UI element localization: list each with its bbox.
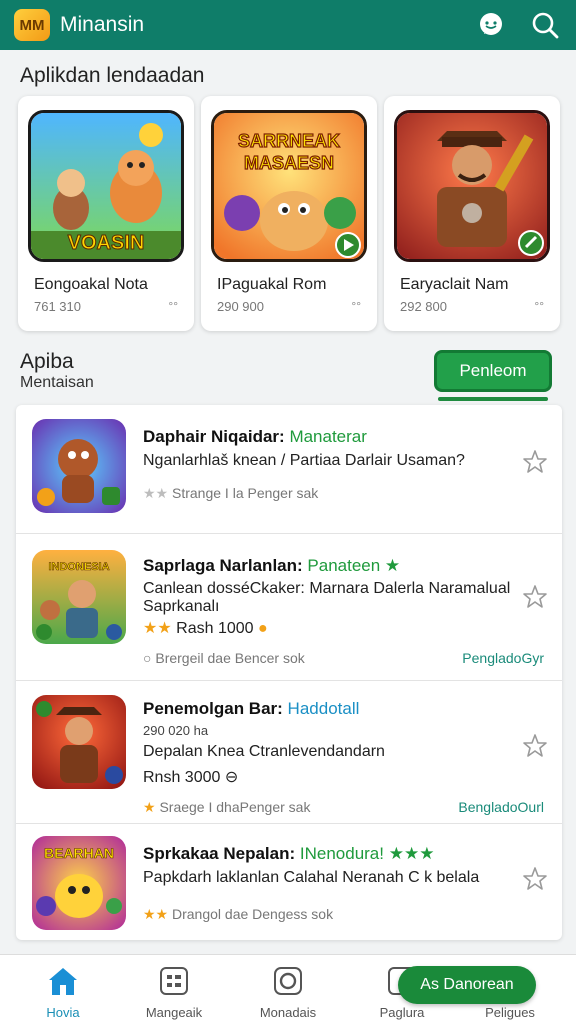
featured-app-meta: 761 310 [34, 299, 81, 314]
featured-app-name: Eongoakal Nota [34, 276, 148, 293]
app-tag: INenodura! ★★★ [299, 844, 435, 863]
more-icon[interactable]: °° [351, 299, 361, 313]
tab-indicator [438, 397, 548, 401]
favorite-star-icon[interactable] [522, 866, 548, 892]
app-description: Depalan Knea Ctranlevendandarn [143, 743, 385, 760]
grid-icon [156, 963, 192, 999]
nav-games[interactable]: Mangeaik [119, 963, 229, 1020]
app-icon-image [394, 110, 550, 262]
featured-card[interactable]: SARRNEAK MASAESN IPaguakal Rom 290 900 °… [201, 96, 377, 331]
featured-app-meta: 290 900 [217, 299, 264, 314]
app-header: MM Minansin [0, 0, 576, 50]
nav-monitor[interactable]: Monadais [233, 963, 343, 1020]
app-price: ★★ Rash 1000 ● [143, 620, 268, 637]
app-meta: 290 020 ha [143, 723, 209, 738]
section-title: Apiba [20, 350, 74, 373]
svg-text:VOASIN: VOASIN [68, 232, 145, 254]
featured-card[interactable]: VOASIN Eongoakal Nota 761 310 °° [18, 96, 194, 331]
star-icon: ★ [143, 799, 156, 815]
favorite-star-icon[interactable] [522, 733, 548, 759]
featured-card[interactable]: Earyaclait Nam 292 800 °° [384, 96, 560, 331]
svg-text:SARRNEAK: SARRNEAK [238, 131, 340, 151]
svg-text:BEARHAN: BEARHAN [44, 845, 114, 861]
star-icon: ★★ [143, 485, 169, 501]
app-price: Rnsh 3000 ⊖ [143, 769, 239, 786]
section-subtitle: Mentaisan [20, 374, 94, 391]
more-icon[interactable]: °° [168, 299, 178, 313]
app-description-extra: Saprkanalı [143, 598, 220, 615]
svg-text:MASAESN: MASAESN [244, 153, 334, 173]
app-logo[interactable]: MM [14, 9, 50, 41]
app-icon-image [32, 695, 126, 789]
developer-link[interactable]: BengladoOurl [458, 799, 544, 815]
floating-action-button[interactable]: As Danorean [398, 966, 536, 1004]
circle-icon [270, 963, 306, 999]
app-title: Minansin [60, 13, 145, 36]
app-title: Saprlaga Narlanlan: Panateen ★ [143, 556, 401, 575]
featured-section-title: Aplikdan lendaadan [20, 64, 205, 87]
nav-home[interactable]: Hovia [8, 963, 118, 1020]
app-list: Daphair Niqaidar: Manaterar Nganlarhlaš … [16, 405, 562, 940]
list-item[interactable]: BEARHAN Sprkakaa Nepalan: INenodura! ★★★… [16, 824, 562, 940]
home-icon [45, 963, 81, 999]
status-icon: ○ [143, 650, 152, 666]
rating-row: ○ Brergeil dae Bencer sok [143, 650, 305, 666]
app-icon-image: INDONESIA [32, 550, 126, 644]
app-title: Daphair Niqaidar: Manaterar [143, 427, 367, 446]
app-tag: Haddotall [287, 699, 360, 718]
rating-row: ★★ Drangol dae Dengess sok [143, 906, 334, 922]
app-tag: Panateen ★ [307, 556, 401, 575]
app-title: Penemolgan Bar: Haddotall [143, 699, 360, 718]
rating-row: ★★ Strange I la Penger sak [143, 485, 319, 501]
search-icon[interactable] [528, 8, 562, 42]
list-item[interactable]: Daphair Niqaidar: Manaterar Nganlarhlaš … [16, 405, 562, 533]
chat-icon[interactable] [474, 8, 508, 42]
list-item[interactable]: Penemolgan Bar: Haddotall 290 020 ha Dep… [16, 681, 562, 823]
rating-row: ★ Sraege I dhaPenger sak [143, 799, 311, 815]
star-icon: ★★ [143, 906, 169, 922]
favorite-star-icon[interactable] [522, 449, 548, 475]
app-description: Papkdarh laklanlan Calahal Neranah C k b… [143, 869, 480, 886]
list-item[interactable]: INDONESIA Saprlaga Narlanlan: Panateen ★… [16, 534, 562, 680]
svg-text:INDONESIA: INDONESIA [48, 561, 109, 573]
app-description: Nganlarhlaš knean / Partiaa Darlair Usam… [143, 452, 465, 469]
app-tag: Manaterar [289, 427, 367, 446]
featured-app-name: Earyaclait Nam [400, 276, 509, 293]
primary-action-button[interactable]: Penleom [434, 350, 552, 392]
featured-app-meta: 292 800 [400, 299, 447, 314]
app-icon-image: SARRNEAK MASAESN [211, 110, 367, 262]
app-icon-image [32, 419, 126, 513]
app-title: Sprkakaa Nepalan: INenodura! ★★★ [143, 844, 435, 863]
favorite-star-icon[interactable] [522, 584, 548, 610]
featured-app-name: IPaguakal Rom [217, 276, 327, 293]
more-icon[interactable]: °° [534, 299, 544, 313]
developer-link[interactable]: PengladoGyr [462, 650, 544, 666]
app-description: Canlean dosséCkaker: Marnara Dalerla Nar… [143, 580, 511, 597]
app-icon-image: BEARHAN [32, 836, 126, 930]
app-icon-image: VOASIN [28, 110, 184, 262]
